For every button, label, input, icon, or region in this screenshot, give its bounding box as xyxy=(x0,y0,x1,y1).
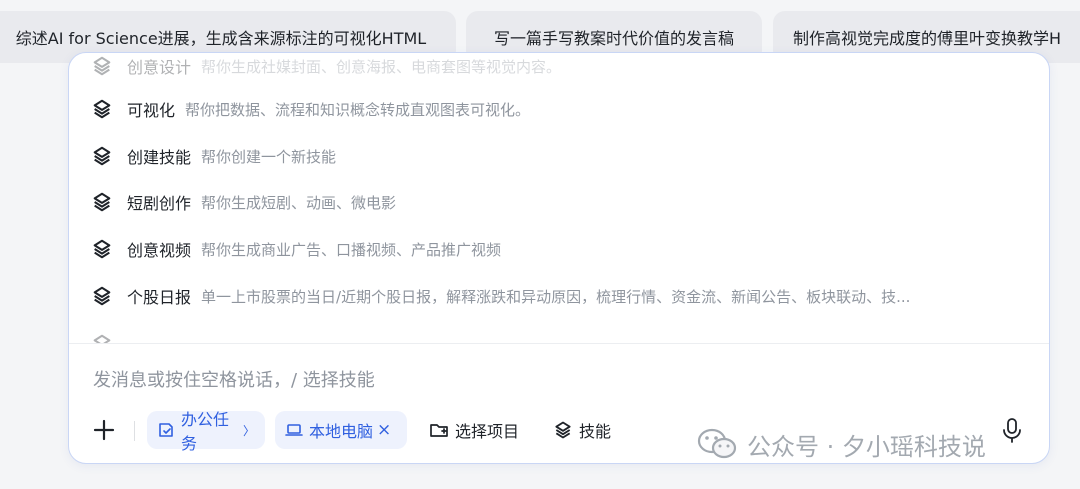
skill-item-stock-daily[interactable]: 个股日报 单一上市股票的当日/近期个股日报，解释涨跌和异动原因，梳理行情、资金流… xyxy=(91,281,1031,311)
chevron-right-icon: 〉 xyxy=(242,423,255,438)
select-project-button[interactable]: 选择项目 xyxy=(429,411,519,449)
skill-layers-icon xyxy=(93,99,111,119)
skill-layers-icon xyxy=(93,286,111,306)
skills-button[interactable]: 技能 xyxy=(553,411,611,449)
skill-name: 创建技能 xyxy=(127,148,192,167)
message-input[interactable]: 发消息或按住空格说话，/ 选择技能 xyxy=(93,365,793,393)
skill-layers-icon xyxy=(93,334,111,343)
local-pc-tag[interactable]: 本地电脑 × xyxy=(275,411,407,449)
watermark-text: 公众号 · 夕小瑶科技说 xyxy=(747,432,986,461)
skill-name: 创意设计 xyxy=(127,58,192,77)
wechat-icon xyxy=(697,428,737,459)
skill-name: 短剧创作 xyxy=(127,194,192,213)
skill-desc: 帮你生成商业广告、口播视频、产品推广视频 xyxy=(201,240,502,259)
folder-add-icon xyxy=(430,424,448,437)
close-icon[interactable]: × xyxy=(377,420,391,440)
skill-item-partial[interactable] xyxy=(91,329,1031,343)
skill-desc: 帮你创建一个新技能 xyxy=(201,147,337,166)
skill-layers-icon xyxy=(93,192,111,212)
skills-label: 技能 xyxy=(579,422,612,441)
skill-desc: 单一上市股票的当日/近期个股日报，解释涨跌和异动原因，梳理行情、资金流、新闻公告… xyxy=(201,287,911,306)
toolbar-separator xyxy=(134,421,135,441)
laptop-icon xyxy=(285,424,303,436)
composer-panel: 创意设计 帮你生成社媒封面、创意海报、电商套图等视觉内容。 可视化 帮你把数据、… xyxy=(68,52,1050,464)
skill-layers-icon xyxy=(93,146,111,166)
skill-item-visualization[interactable]: 可视化 帮你把数据、流程和知识概念转成直观图表可视化。 xyxy=(91,94,1031,124)
skill-name: 个股日报 xyxy=(127,288,192,307)
input-placeholder: 发消息或按住空格说话，/ 选择技能 xyxy=(93,370,375,391)
skill-desc: 帮你生成短剧、动画、微电影 xyxy=(201,193,397,212)
suggestion-label: 写一篇手写教案时代价值的发言稿 xyxy=(493,29,734,48)
skill-item-create-skill[interactable]: 创建技能 帮你创建一个新技能 xyxy=(91,141,1031,171)
skill-item-creative-video[interactable]: 创意视频 帮你生成商业广告、口播视频、产品推广视频 xyxy=(91,234,1031,264)
skill-layers-icon xyxy=(93,239,111,259)
office-task-label: 办公任务 xyxy=(181,410,230,453)
skill-item-short-drama[interactable]: 短剧创作 帮你生成短剧、动画、微电影 xyxy=(91,187,1031,217)
suggestion-label: 综述AI for Science进展，生成含来源标注的可视化HTML xyxy=(15,29,427,48)
office-task-icon xyxy=(159,423,173,437)
skill-desc: 帮你把数据、流程和知识概念转成直观图表可视化。 xyxy=(185,100,531,119)
plus-icon[interactable] xyxy=(91,417,117,443)
skill-layers-icon xyxy=(555,421,571,439)
office-task-tag[interactable]: 办公任务 〉 xyxy=(147,410,265,453)
divider xyxy=(69,343,1049,344)
skill-list[interactable]: 创意设计 帮你生成社媒封面、创意海报、电商套图等视觉内容。 可视化 帮你把数据、… xyxy=(69,53,1049,343)
watermark: 公众号 · 夕小瑶科技说 xyxy=(697,422,986,466)
skill-name: 创意视频 xyxy=(127,241,192,260)
skill-name: 可视化 xyxy=(127,101,176,120)
skill-desc: 帮你生成社媒封面、创意海报、电商套图等视觉内容。 xyxy=(201,57,562,76)
microphone-icon[interactable] xyxy=(997,415,1027,445)
suggestion-label: 制作高视觉完成度的傅里叶变换教学H xyxy=(793,29,1062,48)
skill-item-creative-design[interactable]: 创意设计 帮你生成社媒封面、创意海报、电商套图等视觉内容。 xyxy=(91,53,1031,81)
local-pc-label: 本地电脑 xyxy=(309,422,374,441)
select-project-label: 选择项目 xyxy=(455,422,520,441)
skill-layers-icon xyxy=(93,56,111,76)
